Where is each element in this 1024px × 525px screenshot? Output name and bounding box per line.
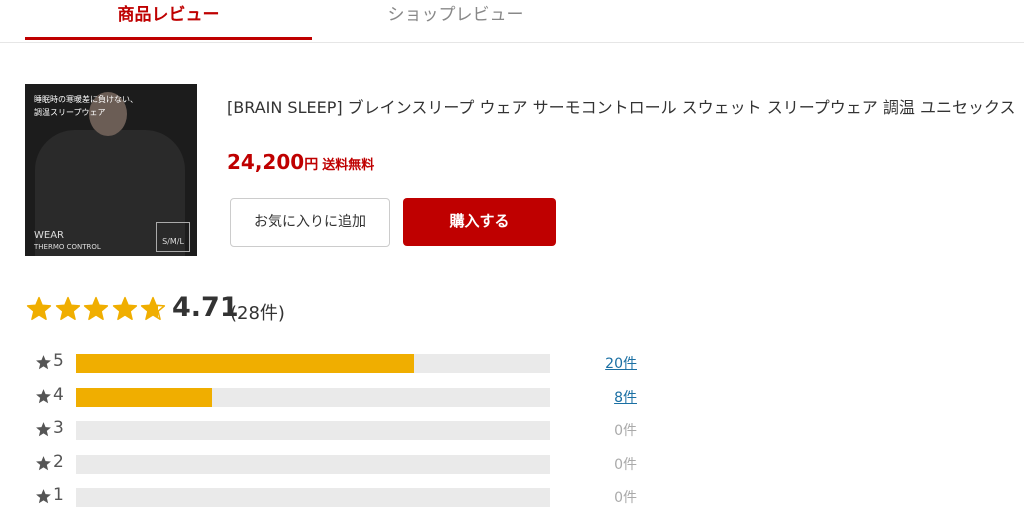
star-icon [36, 422, 51, 437]
average-rating-value: 4.71 [172, 292, 239, 323]
rating-row-count[interactable]: 8件 [555, 387, 637, 407]
rating-star-icon [140, 296, 166, 321]
product-image-size-badge: S/M/L [156, 222, 190, 252]
rating-row-star-label: 1 [53, 485, 64, 505]
tab-shop-reviews[interactable]: ショップレビュー [312, 0, 599, 40]
rating-row-count: 0件 [614, 490, 637, 506]
rating-bar-track [76, 388, 550, 407]
rating-row-3-star: 3 0件 [35, 418, 655, 441]
review-tabs: 商品レビュー ショップレビュー [0, 0, 1024, 43]
rating-row-count: 0件 [614, 457, 637, 473]
rating-bar-fill [76, 354, 415, 373]
rating-row-count[interactable]: 20件 [555, 353, 637, 373]
product-price: 24,200円 送料無料 [227, 150, 374, 174]
product-title[interactable]: [BRAIN SLEEP] ブレインスリープ ウェア サーモコントロール スウェ… [227, 96, 1017, 119]
rating-star-icon [112, 296, 137, 321]
rating-star-icon [26, 296, 52, 321]
tab-product-reviews[interactable]: 商品レビュー [25, 0, 312, 40]
product-image[interactable]: 睡眠時の寒暖差に負けない、 調温スリープウェア WEAR THERMO CONT… [25, 84, 197, 256]
rating-star-icon [55, 296, 80, 321]
rating-bar-track [76, 354, 550, 373]
rating-bar-track [76, 421, 550, 440]
product-image-brand-line2: THERMO CONTROL [34, 243, 101, 251]
product-image-caption-line2: 調温スリープウェア [34, 108, 106, 117]
product-image-caption: 睡眠時の寒暖差に負けない、 調温スリープウェア [34, 93, 138, 119]
rating-bar-track [76, 455, 550, 474]
rating-row-star-label: 3 [53, 418, 64, 438]
product-image-brand-line1: WEAR [34, 230, 64, 241]
rating-row-count: 0件 [614, 423, 637, 439]
rating-row-2-star: 2 0件 [35, 452, 655, 475]
rating-row-star-label: 5 [53, 351, 64, 371]
rating-row-star-label: 4 [53, 385, 64, 405]
star-icon [36, 489, 51, 504]
star-icon [36, 355, 51, 370]
product-image-brand: WEAR THERMO CONTROL [34, 230, 101, 253]
rating-bar-track [76, 488, 550, 507]
rating-row-5-star: 5 20件 [35, 351, 655, 374]
buy-button[interactable]: 購入する [403, 198, 556, 246]
add-to-favorites-button[interactable]: お気に入りに追加 [230, 198, 390, 247]
rating-row-1-star: 1 0件 [35, 485, 655, 508]
product-image-caption-line1: 睡眠時の寒暖差に負けない、 [34, 95, 138, 104]
price-number: 24,200 [227, 150, 305, 174]
price-unit: 円 [304, 157, 319, 173]
rating-row-star-label: 2 [53, 452, 64, 472]
rating-row-4-star: 4 8件 [35, 385, 655, 408]
star-icon [36, 389, 51, 404]
star-icon [36, 456, 51, 471]
review-count: (28件) [230, 303, 285, 324]
shipping-label: 送料無料 [322, 158, 375, 173]
rating-bar-fill [76, 388, 212, 407]
rating-star-icon [83, 296, 109, 321]
